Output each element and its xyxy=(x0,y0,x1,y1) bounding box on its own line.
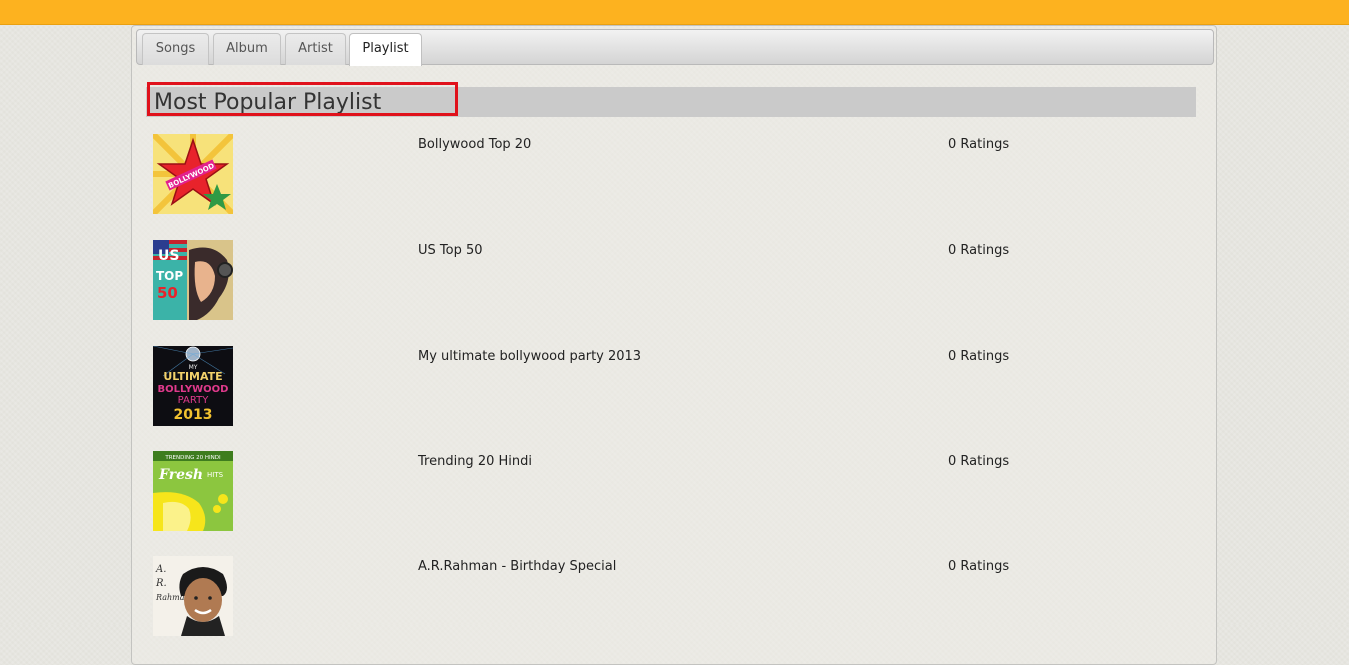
playlist-name[interactable]: My ultimate bollywood party 2013 xyxy=(418,349,641,364)
cover-text: TRENDING 20 HINDI xyxy=(164,455,221,461)
cover-text: BOLLYWOOD xyxy=(158,384,229,395)
cover-text: 50 xyxy=(157,284,178,302)
tab-album[interactable]: Album xyxy=(213,33,281,65)
playlist-rating: 0 Ratings xyxy=(948,559,1010,574)
cover-text: A. xyxy=(155,564,166,575)
playlist-row: TRENDING 20 HINDI Fresh HITS Trending 20… xyxy=(132,451,1218,551)
playlist-row: US TOP 50 US Top 50 0 Ratings xyxy=(132,240,1218,340)
cover-text: R. xyxy=(155,578,167,589)
tab-artist[interactable]: Artist xyxy=(285,33,346,65)
cover-text: ULTIMATE xyxy=(163,370,222,383)
tab-playlist[interactable]: Playlist xyxy=(349,33,422,66)
cover-text: Fresh xyxy=(158,467,203,483)
tab-bar: Songs Album Artist Playlist xyxy=(136,29,1214,66)
playlist-row: MY ULTIMATE BOLLYWOOD PARTY 2013 My ulti… xyxy=(132,346,1218,446)
playlist-name[interactable]: Bollywood Top 20 xyxy=(418,137,531,152)
cover-text: PARTY xyxy=(178,395,210,406)
playlist-cover-ultimate-bollywood-party[interactable]: MY ULTIMATE BOLLYWOOD PARTY 2013 xyxy=(153,346,233,426)
content-panel: Songs Album Artist Playlist Most Popular… xyxy=(131,25,1217,665)
playlist-name[interactable]: Trending 20 Hindi xyxy=(418,454,532,469)
highlight-box xyxy=(147,82,458,116)
cover-text: TOP xyxy=(156,269,183,283)
playlist-rating: 0 Ratings xyxy=(948,243,1010,258)
playlist-rating: 0 Ratings xyxy=(948,349,1010,364)
playlist-cover-ar-rahman-birthday-special[interactable]: A. R. Rahma xyxy=(153,556,233,636)
playlist-cover-trending-20-hindi[interactable]: TRENDING 20 HINDI Fresh HITS xyxy=(153,451,233,531)
playlist-row: A. R. Rahma A.R.Rahman - Birthday Specia… xyxy=(132,556,1218,656)
playlist-rating: 0 Ratings xyxy=(948,137,1010,152)
cover-text: Rahma xyxy=(155,593,185,602)
playlist-rating: 0 Ratings xyxy=(948,454,1010,469)
playlist-name[interactable]: US Top 50 xyxy=(418,243,483,258)
cover-text: 2013 xyxy=(174,407,213,423)
top-header-bar xyxy=(0,0,1349,25)
playlist-cover-bollywood-top-20[interactable]: BOLLYWOOD xyxy=(153,134,233,214)
cover-text: HITS xyxy=(207,471,224,479)
cover-text: US xyxy=(158,248,179,264)
playlist-name[interactable]: A.R.Rahman - Birthday Special xyxy=(418,559,616,574)
playlist-cover-us-top-50[interactable]: US TOP 50 xyxy=(153,240,233,320)
tab-songs[interactable]: Songs xyxy=(142,33,209,65)
playlist-row: BOLLYWOOD Bollywood Top 20 0 Ratings xyxy=(132,134,1218,234)
